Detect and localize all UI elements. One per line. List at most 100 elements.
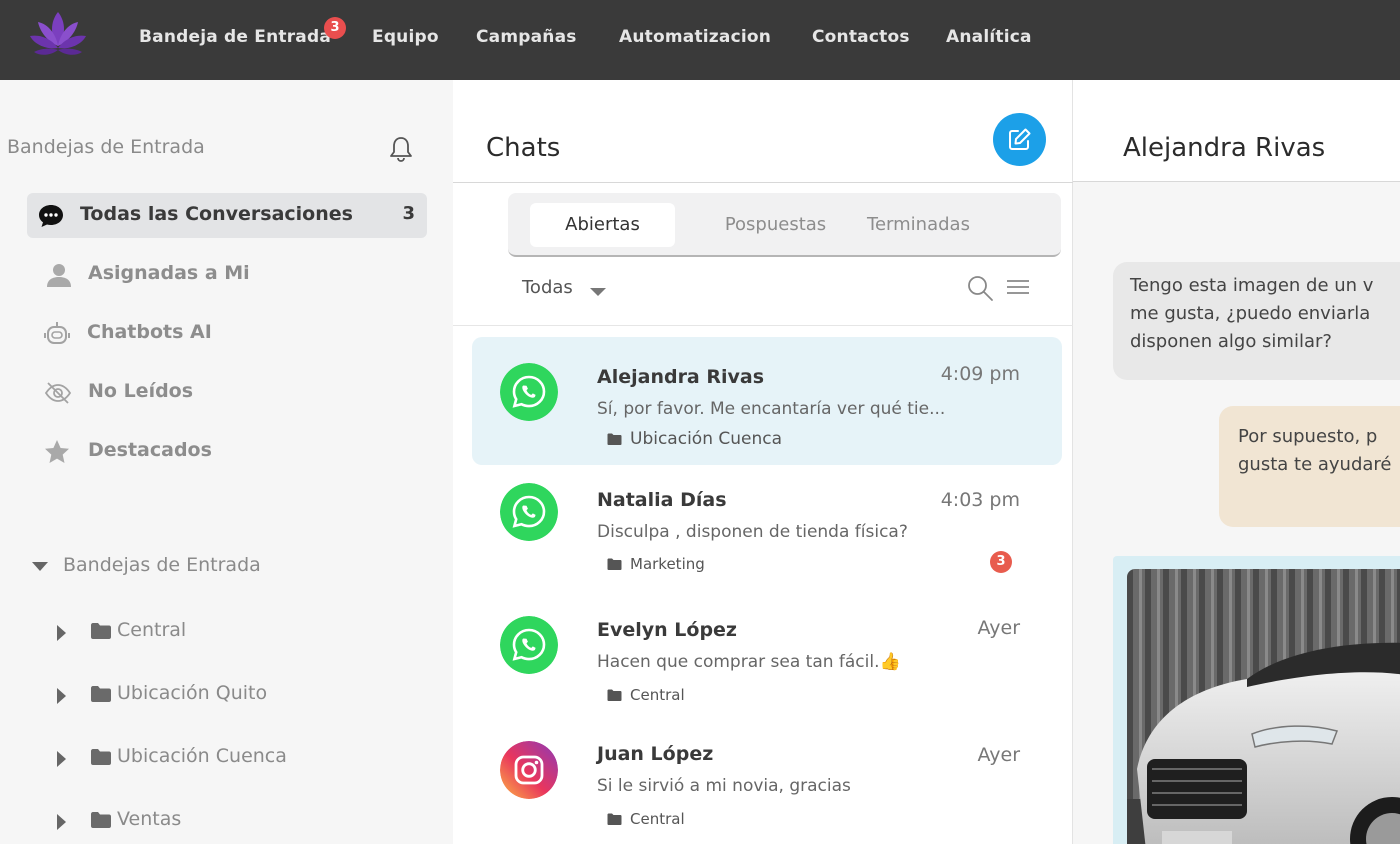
chat-contact-name: Natalia Días <box>597 489 727 511</box>
divider <box>453 325 1073 326</box>
message-line: gusta te ayudaré <box>1238 454 1392 475</box>
tab-terminadas[interactable]: Terminadas <box>846 203 991 247</box>
chat-bubble-icon <box>39 205 63 227</box>
whatsapp-icon <box>500 616 558 674</box>
folder-icon <box>91 749 111 765</box>
sidebar-item-todas-las-conversaciones[interactable]: Todas las Conversaciones 3 <box>27 193 427 238</box>
incoming-message-bubble: Tengo esta imagen de un v me gusta, ¿pue… <box>1113 262 1400 380</box>
search-icon[interactable] <box>966 274 994 302</box>
edit-icon <box>1009 128 1031 150</box>
caret-right-icon <box>57 688 66 704</box>
folder-icon <box>607 813 622 825</box>
unread-badge: 3 <box>990 551 1012 573</box>
folder-icon <box>607 433 622 445</box>
chat-contact-name: Alejandra Rivas <box>597 366 765 388</box>
sidebar-item-asignadas-a-mi[interactable]: Asignadas a Mi <box>27 252 427 297</box>
message-line: me gusta, ¿puedo enviarla <box>1130 303 1371 324</box>
top-navigation-bar: Bandeja de Entrada 3 Equipo Campañas Aut… <box>0 0 1400 80</box>
lotus-logo-icon[interactable] <box>28 8 88 60</box>
chat-tag-label: Central <box>630 686 685 704</box>
robot-icon <box>44 322 70 344</box>
sidebar-item-chatbots-ai[interactable]: Chatbots AI <box>27 311 427 356</box>
sidebar-item-label: Destacados <box>88 439 212 461</box>
conversation-panel: Alejandra Rivas Tengo esta imagen de un … <box>1073 80 1400 844</box>
caret-down-icon <box>32 562 48 571</box>
filter-dropdown[interactable]: Todas <box>522 277 606 307</box>
message-line: Por supuesto, p <box>1238 426 1378 447</box>
chat-contact-name: Juan López <box>597 743 714 765</box>
chat-last-message: Hacen que comprar sea tan fácil.👍 <box>597 652 901 672</box>
sidebar-item-label: Asignadas a Mi <box>88 262 250 284</box>
instagram-icon <box>500 741 558 799</box>
chat-list-panel: Chats Abiertas Pospuestas Terminadas Tod… <box>453 80 1073 844</box>
folder-label: Central <box>117 619 187 641</box>
chat-inbox-tag: Central <box>607 686 685 704</box>
folder-icon <box>91 686 111 702</box>
nav-campanas[interactable]: Campañas <box>476 25 577 49</box>
car-photo[interactable] <box>1127 569 1400 844</box>
chat-list-item[interactable]: Alejandra Rivas 4:09 pm Sí, por favor. M… <box>472 337 1062 465</box>
whatsapp-icon <box>500 363 558 421</box>
chat-time: 4:03 pm <box>940 489 1020 511</box>
sidebar-item-no-leidos[interactable]: No Leídos <box>27 370 427 415</box>
caret-right-icon <box>57 814 66 830</box>
chevron-down-icon <box>590 288 606 296</box>
nav-bandeja-de-entrada[interactable]: Bandeja de Entrada <box>139 25 331 49</box>
star-icon <box>45 440 69 463</box>
nav-equipo[interactable]: Equipo <box>372 25 439 49</box>
chat-contact-name: Evelyn López <box>597 619 737 641</box>
sidebar-title: Bandejas de Entrada <box>7 136 205 158</box>
chat-list-item[interactable]: Juan López Ayer Si le sirvió a mi novia,… <box>472 720 1062 844</box>
sidebar-item-label: No Leídos <box>88 380 194 402</box>
folder-icon <box>607 558 622 570</box>
filter-label: Todas <box>522 277 573 298</box>
image-message[interactable] <box>1113 556 1400 844</box>
outgoing-message-bubble: Por supuesto, p gusta te ayudaré <box>1219 406 1400 527</box>
message-line: Tengo esta imagen de un v <box>1130 275 1374 296</box>
section-label: Bandejas de Entrada <box>63 554 261 576</box>
sidebar-item-destacados[interactable]: Destacados <box>27 429 427 474</box>
folder-icon <box>91 812 111 828</box>
chat-tag-label: Ubicación Cuenca <box>630 429 783 449</box>
chat-inbox-tag: Central <box>607 810 685 828</box>
chat-last-message: Sí, por favor. Me encantaría ver qué tie… <box>597 399 946 419</box>
folder-label: Ubicación Quito <box>117 682 268 704</box>
caret-right-icon <box>57 625 66 641</box>
chat-last-message: Disculpa , disponen de tienda física? <box>597 522 908 542</box>
sidebar-item-label: Todas las Conversaciones <box>80 203 353 225</box>
compose-button[interactable] <box>993 113 1046 166</box>
chat-inbox-tag: Ubicación Cuenca <box>607 429 782 449</box>
chat-status-tabs: Abiertas Pospuestas Terminadas <box>508 193 1061 257</box>
chats-title: Chats <box>486 133 561 163</box>
user-icon <box>47 264 71 287</box>
chat-tag-label: Central <box>630 810 685 828</box>
folder-label: Ventas <box>117 808 182 830</box>
conversation-count: 3 <box>402 203 415 224</box>
chat-list-item[interactable]: Natalia Días 4:03 pm Disculpa , disponen… <box>472 465 1062 593</box>
conversation-header: Alejandra Rivas <box>1073 80 1400 182</box>
divider <box>453 182 1073 183</box>
folder-icon <box>607 689 622 701</box>
nav-contactos[interactable]: Contactos <box>812 25 910 49</box>
conversation-contact-name: Alejandra Rivas <box>1123 133 1326 163</box>
tab-abiertas[interactable]: Abiertas <box>530 203 675 247</box>
message-line: disponen algo similar? <box>1130 331 1332 352</box>
eye-off-icon <box>44 382 72 404</box>
nav-analitica[interactable]: Analítica <box>946 25 1032 49</box>
folder-icon <box>91 623 111 639</box>
whatsapp-icon <box>500 483 558 541</box>
menu-icon[interactable] <box>1005 276 1031 298</box>
inbox-sidebar: Bandejas de Entrada Todas las Conversaci… <box>0 80 453 844</box>
bell-icon[interactable] <box>386 134 416 164</box>
chat-list-item[interactable]: Evelyn López Ayer Hacen que comprar sea … <box>472 595 1062 723</box>
nav-inbox-badge: 3 <box>324 17 346 39</box>
chat-inbox-tag: Marketing <box>607 555 705 573</box>
sidebar-item-label: Chatbots AI <box>87 321 212 343</box>
chat-tag-label: Marketing <box>630 555 705 573</box>
nav-automatizacion[interactable]: Automatizacion <box>619 25 771 49</box>
chat-last-message: Si le sirvió a mi novia, gracias <box>597 776 851 796</box>
caret-right-icon <box>57 751 66 767</box>
chat-time: Ayer <box>977 617 1020 639</box>
chat-time: Ayer <box>977 744 1020 766</box>
tab-pospuestas[interactable]: Pospuestas <box>703 203 848 247</box>
